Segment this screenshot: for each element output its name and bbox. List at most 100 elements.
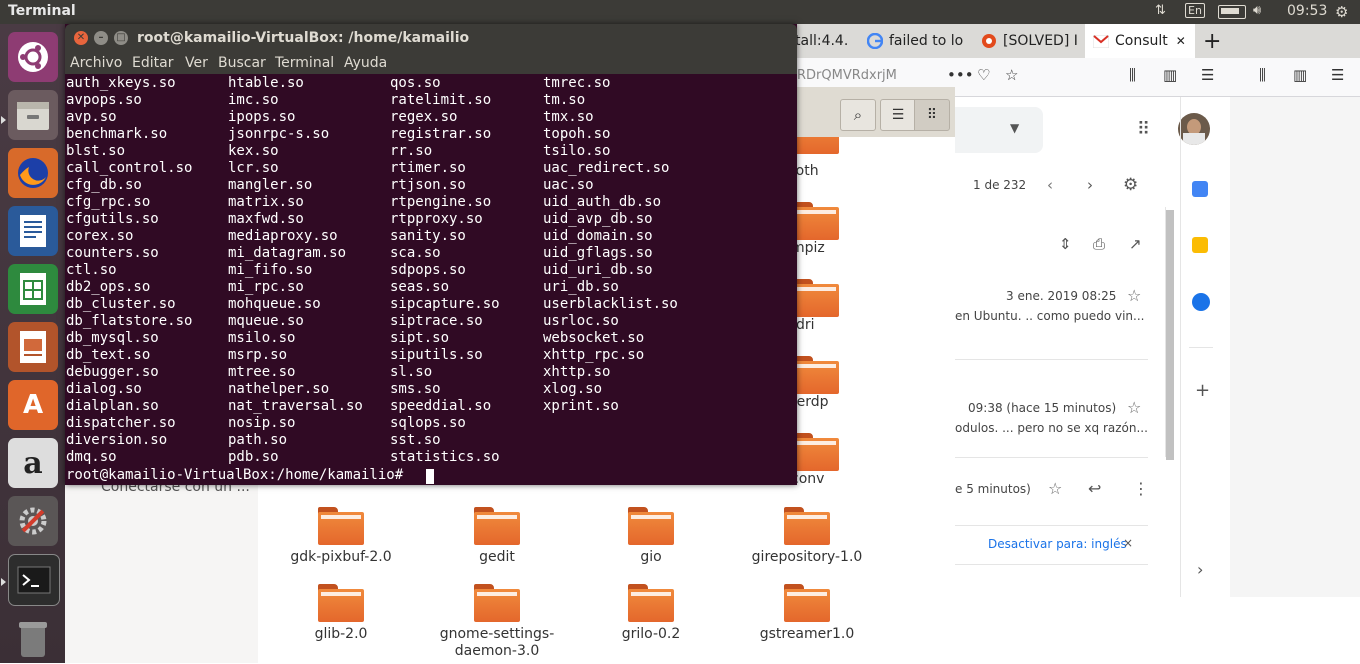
apps-grid-icon[interactable]: ⠿ bbox=[1137, 119, 1150, 140]
keyboard-language-indicator[interactable]: En bbox=[1185, 3, 1205, 18]
module-filename: usrloc.so bbox=[543, 313, 619, 329]
avatar[interactable] bbox=[1178, 113, 1210, 145]
writer-icon[interactable] bbox=[8, 206, 58, 256]
library-icon[interactable]: ⫼ bbox=[1129, 66, 1136, 84]
settings-gear-icon[interactable]: ⚙ bbox=[1123, 175, 1138, 195]
add-icon[interactable]: + bbox=[1195, 380, 1210, 401]
sidebar-icon-2[interactable]: ▥ bbox=[1293, 66, 1307, 84]
library-icon-2[interactable]: ⫼ bbox=[1259, 66, 1266, 84]
system-settings-icon[interactable] bbox=[8, 496, 58, 546]
close-button[interactable]: ✕ bbox=[74, 31, 88, 45]
clock[interactable]: 09:53 bbox=[1287, 3, 1327, 19]
new-tab-button[interactable]: + bbox=[1203, 24, 1229, 58]
text-cursor bbox=[426, 469, 434, 484]
browser-tab-active[interactable]: Consult ✕ bbox=[1085, 24, 1195, 58]
folder-icon[interactable] bbox=[318, 507, 364, 545]
folder-label[interactable]: girepository-1.0 bbox=[727, 549, 887, 566]
scrollbar-thumb[interactable] bbox=[1166, 210, 1174, 460]
menu-ayuda[interactable]: Ayuda bbox=[344, 55, 387, 71]
print-icon[interactable]: ⎙ bbox=[1093, 235, 1105, 253]
menu-editar[interactable]: Editar bbox=[132, 55, 173, 71]
folder-icon[interactable] bbox=[793, 137, 839, 159]
open-new-window-icon[interactable]: ↗ bbox=[1129, 235, 1142, 253]
maximize-button[interactable]: □ bbox=[114, 31, 128, 45]
folder-label[interactable]: grilo-0.2 bbox=[571, 626, 731, 643]
reply-icon[interactable]: ↩ bbox=[1088, 479, 1101, 498]
expand-collapse-icon[interactable]: ⇕ bbox=[1059, 235, 1072, 253]
search-box-edge[interactable] bbox=[955, 107, 1043, 153]
folder-icon[interactable] bbox=[793, 433, 839, 471]
message-snippet[interactable]: en Ubuntu. .. como puedo vin... bbox=[955, 309, 1144, 323]
trash-icon[interactable] bbox=[8, 614, 58, 664]
impress-icon[interactable] bbox=[8, 322, 58, 372]
folder-label[interactable]: gstreamer1.0 bbox=[727, 626, 887, 643]
grid-view-button[interactable]: ⠿ bbox=[914, 99, 950, 131]
folder-icon[interactable] bbox=[628, 507, 674, 545]
module-filename: nat_traversal.so bbox=[228, 398, 363, 414]
power-gear-icon[interactable]: ⚙ bbox=[1335, 3, 1348, 21]
star-icon[interactable]: ☆ bbox=[1127, 286, 1141, 305]
module-filename: db_flatstore.so bbox=[66, 313, 193, 329]
page-actions-icon[interactable]: ••• bbox=[947, 66, 974, 84]
menu-icon-2[interactable]: ☰ bbox=[1331, 66, 1344, 84]
module-filename: rtpproxy.so bbox=[390, 211, 483, 227]
volume-icon[interactable]: 🔊︎ bbox=[1253, 3, 1261, 18]
browser-tab[interactable]: [SOLVED] I bbox=[977, 24, 1085, 58]
minimize-button[interactable]: – bbox=[94, 31, 108, 45]
folder-icon[interactable] bbox=[793, 356, 839, 394]
bookmark-star-icon[interactable]: ☆ bbox=[1005, 66, 1018, 84]
module-filename: uri_db.so bbox=[543, 279, 619, 295]
browser-tab[interactable]: failed to lo bbox=[865, 24, 969, 58]
keep-icon[interactable] bbox=[1192, 237, 1208, 253]
folder-icon[interactable] bbox=[474, 584, 520, 622]
terminal-output[interactable]: auth_xkeys.so avpops.so avp.so benchmark.so… bbox=[65, 74, 797, 485]
menu-ver[interactable]: Ver bbox=[185, 55, 208, 71]
message-snippet[interactable]: odulos. ... pero no se xq razón... bbox=[955, 421, 1148, 435]
menu-buscar[interactable]: Buscar bbox=[218, 55, 266, 71]
terminal-titlebar[interactable]: ✕ – □ root@kamailio-VirtualBox: /home/ka… bbox=[65, 24, 797, 52]
folder-icon[interactable] bbox=[793, 202, 839, 240]
software-center-icon[interactable]: A bbox=[8, 380, 58, 430]
prev-page-icon[interactable]: ‹ bbox=[1047, 176, 1053, 194]
folder-icon[interactable] bbox=[784, 584, 830, 622]
browser-tab[interactable]: tall:4.4. bbox=[795, 24, 863, 58]
search-button[interactable]: ⌕ bbox=[840, 99, 876, 131]
star-icon[interactable]: ☆ bbox=[1048, 479, 1062, 498]
more-options-icon[interactable]: ⋮ bbox=[1133, 479, 1149, 498]
next-page-icon[interactable]: › bbox=[1087, 176, 1093, 194]
url-bar[interactable]: RDrQMVRdxrjM bbox=[797, 68, 897, 83]
translate-disable-link[interactable]: Desactivar para: inglés bbox=[988, 537, 1127, 551]
amazon-icon[interactable]: a bbox=[8, 438, 58, 488]
tasks-icon[interactable] bbox=[1192, 293, 1210, 311]
folder-label[interactable]: gnome-settings-daemon-3.0 bbox=[427, 626, 567, 660]
firefox-icon[interactable] bbox=[8, 148, 58, 198]
folder-icon[interactable] bbox=[628, 584, 674, 622]
pocket-icon[interactable]: ♡ bbox=[977, 66, 990, 84]
terminal-icon[interactable] bbox=[8, 554, 60, 606]
folder-label[interactable]: gedit bbox=[417, 549, 577, 566]
folder-label[interactable]: glib-2.0 bbox=[261, 626, 421, 643]
calc-icon[interactable] bbox=[8, 264, 58, 314]
star-icon[interactable]: ☆ bbox=[1127, 398, 1141, 417]
tab-close-icon[interactable]: ✕ bbox=[1176, 34, 1186, 48]
files-icon[interactable] bbox=[8, 90, 58, 140]
list-view-button[interactable]: ☰ bbox=[880, 99, 916, 131]
menu-terminal[interactable]: Terminal bbox=[275, 55, 334, 71]
module-filename: rtjson.so bbox=[390, 177, 466, 193]
menu-icon[interactable]: ☰ bbox=[1201, 66, 1214, 84]
translate-close-icon[interactable]: × bbox=[1123, 536, 1133, 550]
search-dropdown-icon[interactable]: ▼ bbox=[1010, 121, 1019, 135]
folder-label[interactable]: gio bbox=[571, 549, 731, 566]
sidebar-icon[interactable]: ▥ bbox=[1163, 66, 1177, 84]
ubuntu-dash-icon[interactable] bbox=[8, 32, 58, 82]
folder-icon[interactable] bbox=[793, 279, 839, 317]
expand-side-panel-icon[interactable]: › bbox=[1197, 560, 1203, 579]
battery-icon[interactable] bbox=[1218, 5, 1246, 19]
folder-icon[interactable] bbox=[318, 584, 364, 622]
network-icon[interactable]: ⇅ bbox=[1155, 3, 1166, 18]
calendar-icon[interactable] bbox=[1192, 181, 1208, 197]
folder-icon[interactable] bbox=[784, 507, 830, 545]
folder-icon[interactable] bbox=[474, 507, 520, 545]
folder-label[interactable]: gdk-pixbuf-2.0 bbox=[261, 549, 421, 566]
menu-archivo[interactable]: Archivo bbox=[70, 55, 122, 71]
